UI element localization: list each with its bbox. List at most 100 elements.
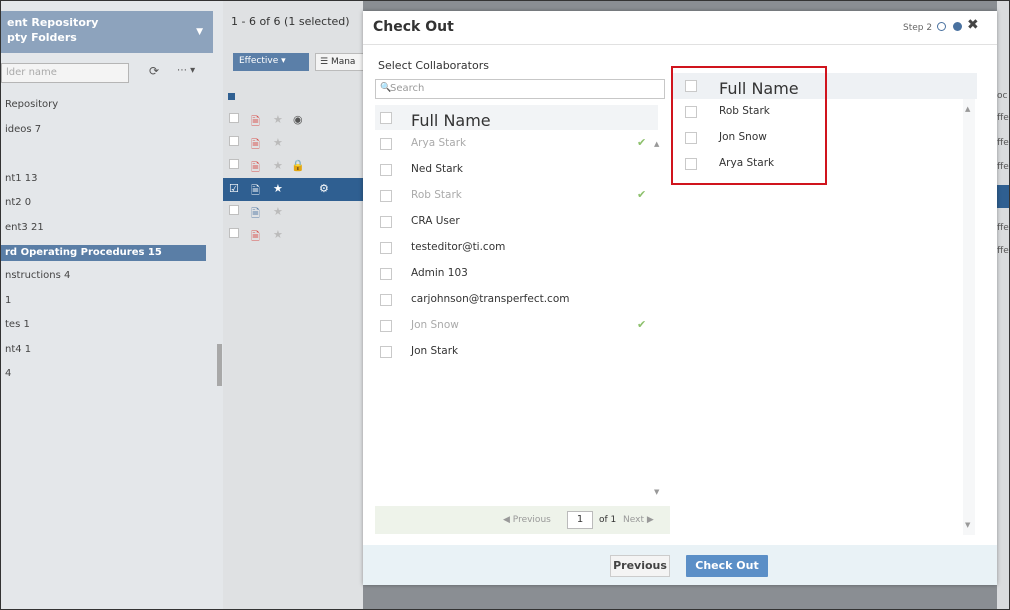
selected-list-scrollbar[interactable]: ▲ ▼ <box>963 99 975 535</box>
folder-item[interactable]: ideos 7 <box>5 123 217 148</box>
select-all-row <box>223 87 363 110</box>
chevron-down-icon: ▼ <box>196 27 203 37</box>
row-checkbox[interactable] <box>229 205 239 215</box>
scroll-down-icon[interactable]: ▼ <box>654 488 659 496</box>
star-icon[interactable]: ★ <box>273 182 283 195</box>
document-row[interactable]: 🗎 ★ <box>223 132 363 155</box>
page-total: of 1 <box>599 515 617 525</box>
step-indicator: Step 2 <box>903 23 933 33</box>
collaborator-row[interactable]: CRA User <box>375 209 645 235</box>
collaborator-row[interactable]: Jon Stark <box>375 339 645 365</box>
row-checkbox[interactable] <box>380 242 392 254</box>
right-column-strip: oc ffe ffe ffe ffe ffe <box>997 1 1009 609</box>
full-name-header: Full Name <box>411 111 491 130</box>
folder-item-selected[interactable]: rd Operating Procedures 15 <box>1 245 206 261</box>
folder-filter-input[interactable]: lder name <box>1 63 129 83</box>
row-checkbox[interactable] <box>380 190 392 202</box>
search-placeholder: Search <box>390 83 425 94</box>
row-checkbox[interactable] <box>380 268 392 280</box>
next-page-link[interactable]: Next ▶ <box>623 515 654 525</box>
effective-label: Effective <box>239 56 279 66</box>
star-icon[interactable]: ★ <box>273 205 283 218</box>
row-checkbox[interactable] <box>229 113 239 123</box>
folder-item[interactable]: nt1 13 <box>5 172 217 197</box>
row-checkbox[interactable] <box>229 228 239 238</box>
highlight-fragment <box>997 185 1009 208</box>
collaborator-name: Arya Stark <box>411 137 467 149</box>
repository-selector[interactable]: ent Repository pty Folders ▼ <box>1 11 213 53</box>
document-row[interactable]: 🗎 ★ <box>223 201 363 224</box>
list-scrollbar[interactable]: ▲ ▼ <box>654 126 662 496</box>
dialog-footer: Previous Check Out <box>363 545 997 585</box>
dialog-title: Check Out <box>373 19 454 35</box>
document-row[interactable]: 🗎 ★ 🔒 <box>223 155 363 178</box>
select-collaborators-label: Select Collaborators <box>378 59 489 72</box>
row-checkbox[interactable] <box>380 216 392 228</box>
folder-item[interactable]: tes 1 <box>5 318 217 343</box>
star-icon[interactable]: ★ <box>273 228 283 241</box>
folder-item[interactable]: 1 <box>5 294 217 319</box>
previous-button[interactable]: Previous <box>610 555 670 577</box>
pagination: ◀ Previous 1 of 1 Next ▶ <box>375 506 670 534</box>
scroll-down-icon[interactable]: ▼ <box>965 521 970 529</box>
star-icon[interactable]: ★ <box>273 113 283 126</box>
empty-folders-label: pty Folders <box>7 31 77 44</box>
search-icon: 🔍 <box>380 83 392 93</box>
document-list: 1 - 6 of 6 (1 selected) Effective ▾ ☰ Ma… <box>223 1 377 609</box>
previous-page-link[interactable]: ◀ Previous <box>503 515 551 525</box>
document-row[interactable]: 🗎 ★ ◉ <box>223 109 363 132</box>
collaborator-row[interactable]: Jon Snow ✔ <box>375 313 647 339</box>
collaborator-row[interactable]: Rob Stark ✔ <box>375 183 646 209</box>
repository-title: ent Repository <box>7 16 99 29</box>
refresh-icon[interactable]: ⟳ <box>149 64 159 78</box>
select-all-checkbox[interactable] <box>380 112 392 124</box>
row-checkbox[interactable] <box>380 320 392 332</box>
collaborator-row[interactable]: carjohnson@transperfect.com <box>375 287 645 313</box>
previous-page-label: Previous <box>512 515 551 525</box>
row-checkbox[interactable] <box>380 138 392 150</box>
folder-panel: ent Repository pty Folders ▼ lder name ⟳… <box>1 1 223 609</box>
collaborator-row[interactable]: Admin 103 <box>375 261 645 287</box>
collaborator-row[interactable]: Ned Stark <box>375 157 645 183</box>
folder-item[interactable]: nt2 0 <box>5 196 217 221</box>
pdf-icon: 🗎 <box>251 230 260 243</box>
collaborator-row[interactable]: Arya Stark ✔ <box>375 131 646 157</box>
select-all-checkbox[interactable] <box>228 93 235 100</box>
column-fragment: ffe <box>997 162 1009 172</box>
folder-item[interactable]: nstructions 4 <box>5 269 217 294</box>
star-icon[interactable]: ★ <box>273 136 283 149</box>
close-icon[interactable]: ✖ <box>967 17 979 33</box>
row-checkbox[interactable] <box>380 164 392 176</box>
collaborator-name: testeditor@ti.com <box>411 241 506 253</box>
pdf-icon: 🗎 <box>251 161 260 174</box>
row-checkbox-checked[interactable]: ☑ <box>229 182 239 195</box>
column-fragment: ffe <box>997 113 1009 123</box>
row-checkbox[interactable] <box>380 294 392 306</box>
lock-icon: 🔒 <box>291 159 305 172</box>
manage-label: Mana <box>330 57 356 67</box>
star-icon[interactable]: ★ <box>273 159 283 172</box>
folder-tree: Repository ideos 7 nt1 13 nt2 0 ent3 21 … <box>1 98 217 392</box>
folder-item[interactable]: ent3 21 <box>5 221 217 246</box>
row-checkbox[interactable] <box>380 346 392 358</box>
scroll-up-icon[interactable]: ▲ <box>654 140 659 148</box>
collaborator-name: Ned Stark <box>411 163 463 175</box>
scroll-up-icon[interactable]: ▲ <box>965 105 970 113</box>
effective-filter-button[interactable]: Effective ▾ <box>233 53 309 71</box>
gear-icon[interactable]: ⚙ <box>319 182 329 195</box>
folder-item[interactable]: 4 <box>5 367 217 392</box>
row-checkbox[interactable] <box>229 136 239 146</box>
page-number-input[interactable]: 1 <box>567 511 593 529</box>
check-icon: ✔ <box>637 318 647 331</box>
check-out-button[interactable]: Check Out <box>686 555 768 577</box>
folder-scrollbar[interactable] <box>217 344 222 386</box>
folder-item[interactable]: Repository <box>5 98 217 123</box>
collaborator-row[interactable]: testeditor@ti.com <box>375 235 645 261</box>
folder-item[interactable] <box>5 147 217 172</box>
document-row-selected[interactable]: ☑ 🗎 ★ ⚙ <box>223 178 363 201</box>
document-row[interactable]: 🗎 ★ <box>223 224 363 247</box>
row-checkbox[interactable] <box>229 159 239 169</box>
folder-item[interactable]: nt4 1 <box>5 343 217 368</box>
search-input[interactable]: 🔍 Search <box>375 79 665 99</box>
more-options-icon[interactable]: ⋯ ▾ <box>177 65 195 76</box>
